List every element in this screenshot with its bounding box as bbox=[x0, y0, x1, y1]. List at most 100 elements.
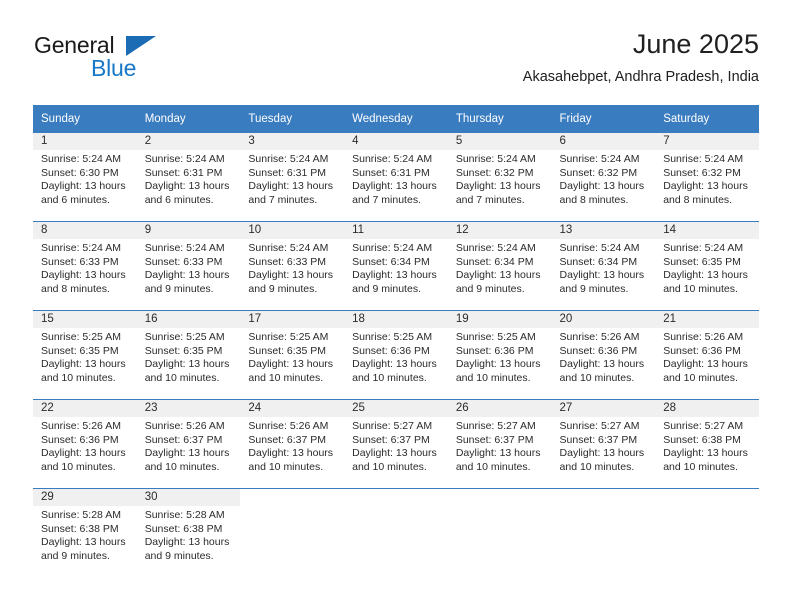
calendar-cell: 27 Sunrise: 5:27 AM Sunset: 6:37 PM Dayligh… bbox=[551, 399, 656, 489]
calendar-day[interactable]: 1 Sunrise: 5:24 AM Sunset: 6:30 PM Daylight… bbox=[33, 133, 137, 221]
calendar-day[interactable]: 26 Sunrise: 5:27 AM Sunset: 6:37 PM Dayligh… bbox=[447, 400, 552, 488]
calendar-day[interactable]: 19 Sunrise: 5:25 AM Sunset: 6:36 PM Dayligh… bbox=[447, 311, 552, 399]
daylight-text-line1: Daylight: 13 hours bbox=[559, 358, 645, 371]
day-number: 8 bbox=[33, 222, 137, 239]
general-blue-logo[interactable]: General Blue bbox=[33, 32, 243, 88]
calendar-day[interactable]: 8 Sunrise: 5:24 AM Sunset: 6:33 PM Daylight… bbox=[33, 222, 137, 310]
sunrise-text: Sunrise: 5:24 AM bbox=[455, 153, 536, 165]
sunset-text: Sunset: 6:38 PM bbox=[41, 522, 119, 535]
day-number: 14 bbox=[655, 222, 759, 239]
calendar-day[interactable]: 13 Sunrise: 5:24 AM Sunset: 6:34 PM Dayligh… bbox=[551, 222, 656, 310]
calendar-day[interactable]: 16 Sunrise: 5:25 AM Sunset: 6:35 PM Dayligh… bbox=[136, 311, 241, 399]
calendar-day[interactable]: 30 Sunrise: 5:28 AM Sunset: 6:38 PM Dayligh… bbox=[136, 489, 241, 577]
calendar-day[interactable]: 24 Sunrise: 5:26 AM Sunset: 6:37 PM Dayligh… bbox=[240, 400, 345, 488]
calendar-day[interactable]: 22 Sunrise: 5:26 AM Sunset: 6:36 PM Dayligh… bbox=[33, 400, 137, 488]
calendar-day[interactable]: 9 Sunrise: 5:24 AM Sunset: 6:33 PM Daylight… bbox=[136, 222, 241, 310]
calendar-week-row: 22 Sunrise: 5:26 AM Sunset: 6:36 PM Dayligh… bbox=[33, 399, 759, 489]
sunset-text: Sunset: 6:35 PM bbox=[248, 344, 327, 357]
calendar-day[interactable]: 17 Sunrise: 5:25 AM Sunset: 6:35 PM Dayligh… bbox=[240, 311, 345, 399]
calendar-day[interactable]: 5 Sunrise: 5:24 AM Sunset: 6:32 PM Daylight… bbox=[447, 133, 552, 221]
calendar-day[interactable]: 15 Sunrise: 5:25 AM Sunset: 6:35 PM Dayligh… bbox=[33, 311, 137, 399]
sunrise-text: Sunrise: 5:24 AM bbox=[352, 153, 433, 165]
day-details: Sunrise: 5:24 AM Sunset: 6:34 PM Daylight:… bbox=[448, 239, 552, 296]
sunrise-text: Sunrise: 5:25 AM bbox=[41, 331, 121, 343]
calendar-cell: 21 Sunrise: 5:26 AM Sunset: 6:36 PM Dayligh… bbox=[655, 310, 759, 400]
calendar-cell bbox=[240, 488, 345, 577]
daylight-text-line1: Daylight: 13 hours bbox=[41, 180, 126, 193]
calendar-cell bbox=[551, 488, 656, 577]
calendar-day[interactable]: 12 Sunrise: 5:24 AM Sunset: 6:34 PM Dayligh… bbox=[447, 222, 552, 310]
calendar-day[interactable]: 14 Sunrise: 5:24 AM Sunset: 6:35 PM Dayligh… bbox=[655, 222, 759, 310]
calendar-day[interactable]: 3 Sunrise: 5:24 AM Sunset: 6:31 PM Daylight… bbox=[240, 133, 345, 221]
daylight-text-line1: Daylight: 13 hours bbox=[144, 447, 230, 460]
sunset-text: Sunset: 6:37 PM bbox=[144, 433, 223, 446]
daylight-text-line1: Daylight: 13 hours bbox=[352, 180, 437, 193]
calendar-day[interactable]: 10 Sunrise: 5:24 AM Sunset: 6:33 PM Dayligh… bbox=[240, 222, 345, 310]
day-number: 20 bbox=[551, 311, 656, 328]
daylight-text-line2: and 10 minutes. bbox=[663, 460, 738, 473]
daylight-text-line1: Daylight: 13 hours bbox=[352, 269, 437, 282]
daylight-text-line2: and 7 minutes. bbox=[455, 193, 525, 206]
sunrise-text: Sunrise: 5:28 AM bbox=[41, 509, 121, 521]
sunset-text: Sunset: 6:32 PM bbox=[559, 166, 638, 179]
calendar-cell: 28 Sunrise: 5:27 AM Sunset: 6:38 PM Dayligh… bbox=[655, 399, 759, 489]
sunrise-text: Sunrise: 5:24 AM bbox=[41, 153, 121, 165]
day-details: Sunrise: 5:28 AM Sunset: 6:38 PM Daylight:… bbox=[137, 506, 241, 563]
calendar-day-empty bbox=[552, 489, 656, 577]
daylight-text-line2: and 9 minutes. bbox=[455, 282, 525, 295]
calendar-day[interactable]: 29 Sunrise: 5:28 AM Sunset: 6:38 PM Dayligh… bbox=[33, 489, 137, 577]
page-header: General Blue June 2025 Akasahebpet, Andh… bbox=[33, 28, 759, 98]
day-details: Sunrise: 5:26 AM Sunset: 6:36 PM Daylight:… bbox=[552, 328, 656, 385]
calendar-cell: 9 Sunrise: 5:24 AM Sunset: 6:33 PM Daylight… bbox=[136, 221, 241, 311]
calendar-week-row: 1 Sunrise: 5:24 AM Sunset: 6:30 PM Daylight… bbox=[33, 133, 759, 222]
day-number: 7 bbox=[655, 133, 759, 150]
calendar-cell: 3 Sunrise: 5:24 AM Sunset: 6:31 PM Daylight… bbox=[240, 133, 345, 222]
calendar-day[interactable]: 18 Sunrise: 5:25 AM Sunset: 6:36 PM Dayligh… bbox=[344, 311, 448, 399]
daylight-text-line2: and 10 minutes. bbox=[41, 460, 116, 473]
calendar-day[interactable]: 4 Sunrise: 5:24 AM Sunset: 6:31 PM Daylight… bbox=[344, 133, 448, 221]
day-number: 24 bbox=[240, 400, 345, 417]
calendar-day[interactable]: 6 Sunrise: 5:24 AM Sunset: 6:32 PM Daylight… bbox=[551, 133, 656, 221]
daylight-text-line1: Daylight: 13 hours bbox=[663, 358, 748, 371]
daylight-text-line1: Daylight: 13 hours bbox=[144, 536, 230, 549]
sunrise-text: Sunrise: 5:24 AM bbox=[455, 242, 536, 254]
calendar-day[interactable]: 25 Sunrise: 5:27 AM Sunset: 6:37 PM Dayligh… bbox=[344, 400, 448, 488]
calendar-cell: 29 Sunrise: 5:28 AM Sunset: 6:38 PM Dayligh… bbox=[33, 488, 137, 577]
daylight-text-line2: and 10 minutes. bbox=[352, 460, 427, 473]
calendar-day[interactable]: 21 Sunrise: 5:26 AM Sunset: 6:36 PM Dayligh… bbox=[655, 311, 759, 399]
calendar-day[interactable]: 7 Sunrise: 5:24 AM Sunset: 6:32 PM Daylight… bbox=[655, 133, 759, 221]
daylight-text-line2: and 8 minutes. bbox=[559, 193, 629, 206]
daylight-text-line2: and 7 minutes. bbox=[248, 193, 318, 206]
sunrise-text: Sunrise: 5:26 AM bbox=[559, 331, 640, 343]
day-details: Sunrise: 5:25 AM Sunset: 6:35 PM Daylight:… bbox=[137, 328, 241, 385]
day-number: 10 bbox=[240, 222, 345, 239]
sunrise-text: Sunrise: 5:24 AM bbox=[41, 242, 121, 254]
calendar-cell: 7 Sunrise: 5:24 AM Sunset: 6:32 PM Daylight… bbox=[655, 133, 759, 222]
sunrise-text: Sunrise: 5:27 AM bbox=[559, 420, 640, 432]
daylight-text-line1: Daylight: 13 hours bbox=[248, 358, 334, 371]
calendar-day[interactable]: 28 Sunrise: 5:27 AM Sunset: 6:38 PM Dayligh… bbox=[655, 400, 759, 488]
day-number: 25 bbox=[344, 400, 448, 417]
daylight-text-line1: Daylight: 13 hours bbox=[455, 180, 541, 193]
calendar-cell: 23 Sunrise: 5:26 AM Sunset: 6:37 PM Dayligh… bbox=[136, 399, 241, 489]
calendar-day-empty bbox=[655, 489, 759, 577]
sunset-text: Sunset: 6:34 PM bbox=[352, 255, 430, 268]
day-details: Sunrise: 5:27 AM Sunset: 6:38 PM Daylight:… bbox=[655, 417, 759, 474]
sunrise-text: Sunrise: 5:24 AM bbox=[352, 242, 433, 254]
sunset-text: Sunset: 6:37 PM bbox=[455, 433, 534, 446]
calendar-day[interactable]: 2 Sunrise: 5:24 AM Sunset: 6:31 PM Daylight… bbox=[136, 133, 241, 221]
calendar-day[interactable]: 20 Sunrise: 5:26 AM Sunset: 6:36 PM Dayligh… bbox=[551, 311, 656, 399]
day-number: 19 bbox=[447, 311, 552, 328]
sunset-text: Sunset: 6:34 PM bbox=[455, 255, 534, 268]
day-details: Sunrise: 5:24 AM Sunset: 6:32 PM Daylight:… bbox=[655, 150, 759, 207]
calendar-cell: 17 Sunrise: 5:25 AM Sunset: 6:35 PM Dayligh… bbox=[240, 310, 345, 400]
calendar-day[interactable]: 23 Sunrise: 5:26 AM Sunset: 6:37 PM Dayligh… bbox=[136, 400, 241, 488]
daylight-text-line2: and 8 minutes. bbox=[41, 282, 110, 295]
day-number: 16 bbox=[136, 311, 241, 328]
calendar-day[interactable]: 11 Sunrise: 5:24 AM Sunset: 6:34 PM Dayligh… bbox=[344, 222, 448, 310]
daylight-text-line2: and 9 minutes. bbox=[559, 282, 629, 295]
weekday-header-thursday: Thursday bbox=[447, 105, 552, 133]
calendar-cell: 11 Sunrise: 5:24 AM Sunset: 6:34 PM Dayligh… bbox=[344, 221, 448, 311]
sunset-text: Sunset: 6:38 PM bbox=[663, 433, 741, 446]
calendar-day[interactable]: 27 Sunrise: 5:27 AM Sunset: 6:37 PM Dayligh… bbox=[551, 400, 656, 488]
